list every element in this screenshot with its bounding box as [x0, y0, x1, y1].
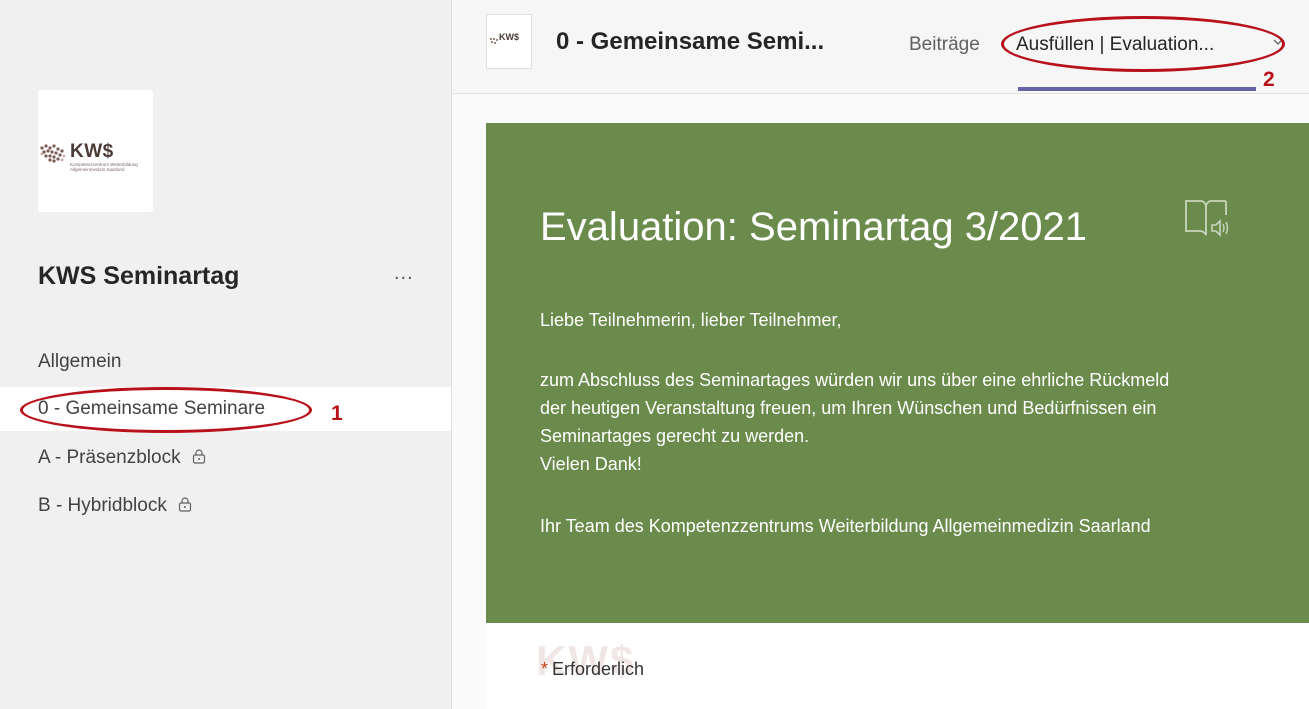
more-icon[interactable]: ...: [394, 262, 414, 285]
channel-title: 0 - Gemeinsame Semi...: [556, 28, 825, 55]
form-body-line: der heutigen Veranstaltung freuen, um Ih…: [540, 398, 1157, 418]
team-logo-text: KW$: [70, 141, 114, 162]
kws-logo-icon: [40, 144, 66, 163]
tab-evaluation[interactable]: Ausfüllen | Evaluation...: [1016, 34, 1214, 56]
channel-hybridblock[interactable]: B - Hybridblock: [0, 484, 451, 528]
channel-label: Allgemein: [38, 351, 122, 372]
kws-logo-icon: [490, 38, 498, 44]
tab-beitraege[interactable]: Beiträge: [909, 34, 980, 56]
immersive-reader-icon[interactable]: [1182, 195, 1230, 239]
chevron-down-icon[interactable]: [1272, 36, 1284, 48]
channel-praesenzblock[interactable]: A - Präsenzblock: [0, 436, 451, 480]
form-signature: Ihr Team des Kompetenzzentrums Weiterbil…: [540, 516, 1151, 536]
team-logo-subtitle: Kompetenzzentrum Weiterbildung Allgemein…: [70, 162, 138, 172]
form-header-banner: Evaluation: Seminartag 3/2021 Liebe Teil…: [486, 123, 1309, 623]
team-name[interactable]: KWS Seminartag: [38, 262, 239, 291]
channel-label: A - Präsenzblock: [38, 447, 181, 468]
channel-label: 0 - Gemeinsame Seminare: [38, 398, 266, 419]
form-body-line: zum Abschluss des Seminartages würden wi…: [540, 370, 1170, 390]
channel-logo: KW$: [486, 14, 532, 69]
team-logo[interactable]: KW$ Kompetenzzentrum Weiterbildung Allge…: [38, 90, 153, 212]
required-star: *: [541, 659, 549, 679]
form-body-line: Seminartages gerecht zu werden.: [540, 426, 810, 446]
annotation-number-2: 2: [1263, 68, 1275, 91]
required-label: Erforderlich: [552, 659, 645, 679]
form-greeting: Liebe Teilnehmerin, lieber Teilnehmer,: [540, 310, 842, 330]
channel-label: B - Hybridblock: [38, 495, 167, 516]
channel-header: KW$ 0 - Gemeinsame Semi... Beiträge Ausf…: [452, 0, 1309, 94]
channel-logo-text: KW$: [499, 32, 519, 42]
required-note: * Erforderlich: [541, 659, 644, 680]
form-body: KW$ * Erforderlich: [486, 623, 1309, 709]
form-title: Evaluation: Seminartag 3/2021: [540, 205, 1088, 249]
active-tab-indicator: [1018, 87, 1256, 91]
sidebar: KW$ Kompetenzzentrum Weiterbildung Allge…: [0, 0, 451, 709]
channel-allgemein[interactable]: Allgemein: [0, 340, 451, 384]
lock-icon: [192, 449, 205, 464]
annotation-number-1: 1: [331, 402, 343, 425]
lock-icon: [179, 497, 192, 512]
channel-gemeinsame-seminare[interactable]: 0 - Gemeinsame Seminare: [0, 387, 451, 431]
form-body-line: Vielen Dank!: [540, 454, 642, 474]
